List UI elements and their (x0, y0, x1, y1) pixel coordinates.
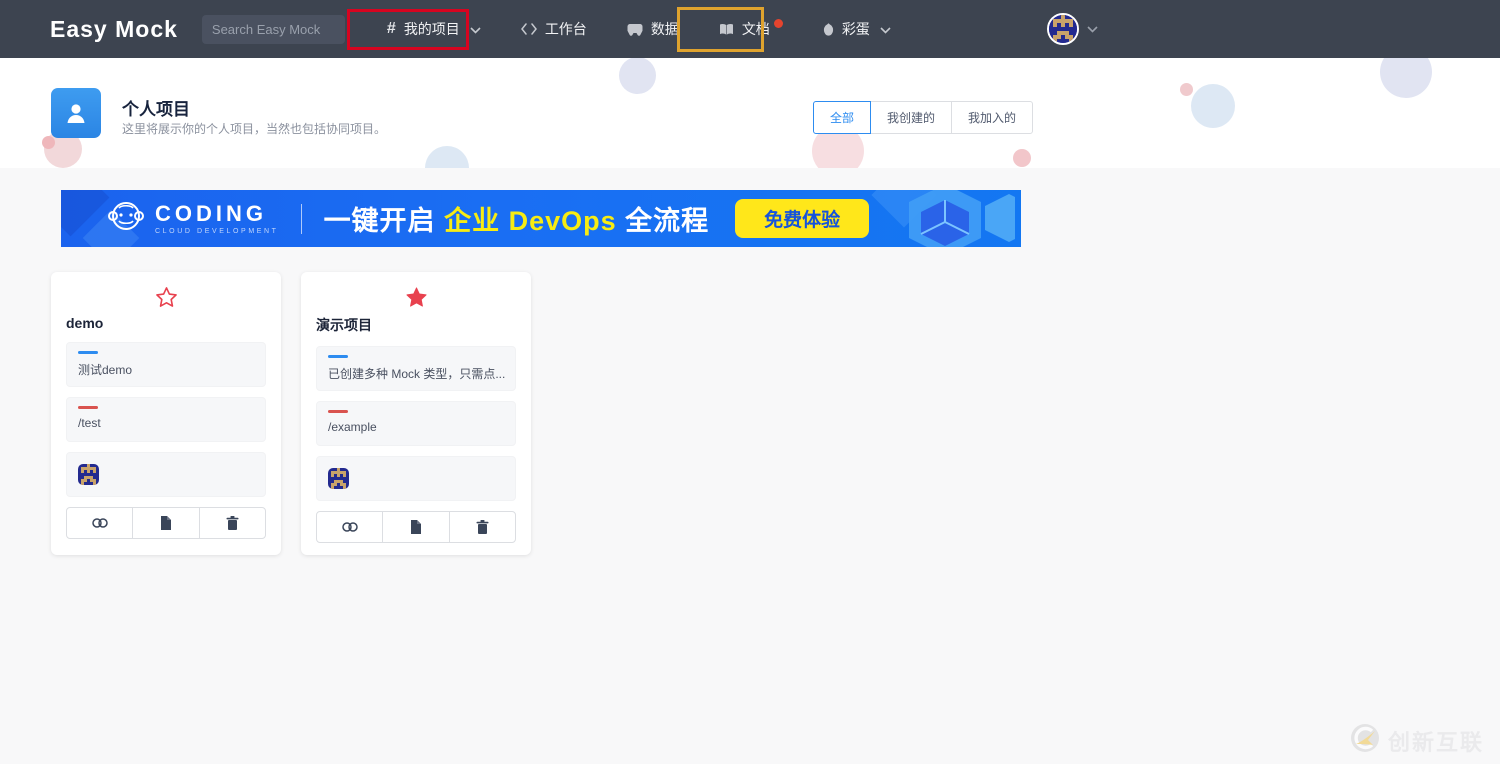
page-subtitle: 这里将展示你的个人项目，当然也包括协同项目。 (122, 122, 387, 136)
project-description-box: 已创建多种 Mock 类型，只需点... (316, 346, 516, 391)
decorative-circle (425, 146, 469, 168)
card-action-bar (66, 507, 266, 539)
project-card-demo[interactable]: demo 测试demo /test (51, 272, 281, 555)
project-description: 测试demo (78, 363, 133, 377)
avatar[interactable] (1046, 13, 1079, 45)
egg-icon (823, 22, 834, 36)
project-description-box: 测试demo (66, 342, 266, 387)
watermark-text: 创新互联 (1387, 729, 1484, 755)
banner-divider (300, 203, 302, 234)
banner-headline: 一键开启 企业 DevOps 全流程 (324, 199, 710, 238)
delete-project-button[interactable] (448, 512, 515, 542)
copy-link-button[interactable] (317, 512, 382, 542)
nav-item-docs[interactable]: 文档 (719, 18, 783, 39)
star-toggle[interactable] (66, 283, 266, 311)
code-icon (520, 23, 537, 35)
headline-part: 全流程 (616, 206, 710, 236)
coding-monkey-logo-icon (107, 198, 145, 239)
nav-item-label: 文档 (741, 21, 770, 37)
link-icon (341, 522, 358, 532)
delete-project-button[interactable] (198, 508, 265, 538)
headline-part: 企业 DevOps (444, 206, 617, 236)
decorative-circle (1013, 149, 1031, 167)
notification-dot (773, 18, 783, 28)
book-icon (719, 23, 734, 36)
copy-link-button[interactable] (67, 508, 132, 538)
project-name: 演示项目 (316, 317, 372, 333)
star-outline-icon (155, 287, 177, 307)
project-description: 已创建多种 Mock 类型，只需点... (328, 367, 506, 381)
project-name: demo (66, 315, 104, 331)
url-bar (328, 410, 348, 413)
free-trial-button[interactable]: 免费体验 (735, 199, 870, 238)
project-members-box (66, 452, 266, 497)
member-avatar (78, 464, 99, 485)
chevron-down-icon (1087, 20, 1098, 38)
chevron-down-icon (880, 21, 891, 37)
trash-icon (226, 516, 239, 530)
watermark-logo-icon (1350, 723, 1380, 758)
decorative-circle (1191, 84, 1235, 128)
nav-item-workbench[interactable]: 工作台 (520, 19, 587, 39)
project-card-example[interactable]: 演示项目 已创建多种 Mock 类型，只需点... /example (301, 272, 531, 555)
coding-brand: CODING CLOUD DEVELOPMENT (107, 198, 279, 239)
description-bar (78, 351, 98, 354)
tab-joined-by-me[interactable]: 我加入的 (951, 101, 1034, 134)
project-url: /example (328, 420, 377, 434)
url-bar (78, 406, 98, 409)
decorative-circle (1180, 83, 1193, 96)
watermark: 创新互联 (1350, 723, 1484, 758)
link-icon (91, 518, 108, 528)
main-content: CODING CLOUD DEVELOPMENT 一键开启 企业 DevOps … (0, 168, 1500, 764)
document-icon (411, 520, 422, 534)
coding-ad-banner[interactable]: CODING CLOUD DEVELOPMENT 一键开启 企业 DevOps … (61, 190, 1021, 247)
page-title: 个人项目 (122, 100, 190, 119)
nav-item-label: 工作台 (544, 21, 587, 37)
trash-icon (476, 520, 489, 534)
project-card-list: demo 测试demo /test 演示项目 已创建多种 Mock 类型，只需点… (51, 272, 531, 555)
tab-created-by-me[interactable]: 我创建的 (870, 101, 953, 134)
document-icon (161, 516, 172, 530)
member-avatar (328, 468, 349, 489)
nav-item-label: 数据 (650, 21, 679, 37)
nav-item-data[interactable]: 数据 (627, 19, 679, 39)
search-input[interactable] (201, 14, 345, 44)
decorative-circle (619, 58, 656, 94)
nav-item-my-projects[interactable]: # 我的项目 (387, 19, 481, 39)
chevron-down-icon (470, 21, 481, 37)
project-filter-tabs: 全部 我创建的 我加入的 (813, 101, 1034, 134)
top-navbar: Easy Mock # 我的项目 工作台 数据 (0, 0, 1500, 58)
decorative-circle (42, 136, 55, 149)
coding-brand-name: CODING (155, 200, 267, 226)
tab-all[interactable]: 全部 (813, 101, 872, 134)
card-action-bar (316, 511, 516, 543)
clone-project-button[interactable] (132, 508, 198, 538)
nav-menu: # 我的项目 工作台 数据 文档 彩蛋 (367, 18, 911, 39)
project-url-box: /example (316, 401, 516, 446)
page-header: 个人项目 这里将展示你的个人项目，当然也包括协同项目。 全部 我创建的 我加入的 (0, 58, 1500, 168)
nav-item-label: 彩蛋 (841, 21, 870, 37)
decorative-circle (1380, 58, 1432, 98)
star-toggle[interactable] (316, 283, 516, 311)
nav-item-easter-egg[interactable]: 彩蛋 (823, 19, 891, 39)
project-url-box: /test (66, 397, 266, 442)
data-icon (627, 23, 643, 36)
easy-mock-app: Easy Mock # 我的项目 工作台 数据 (0, 0, 1500, 764)
app-logo[interactable]: Easy Mock (50, 16, 178, 43)
coding-brand-subtitle: CLOUD DEVELOPMENT (155, 227, 279, 235)
hash-icon: # (386, 20, 396, 37)
banner-cube-graphic (885, 190, 1021, 247)
project-members-box (316, 456, 516, 501)
personal-projects-icon (51, 88, 101, 138)
description-bar (328, 355, 348, 358)
star-filled-icon (405, 287, 427, 307)
clone-project-button[interactable] (382, 512, 448, 542)
user-menu[interactable] (1046, 13, 1098, 45)
nav-item-label: 我的项目 (403, 21, 460, 37)
project-url: /test (78, 416, 101, 430)
headline-part: 一键开启 (323, 206, 445, 236)
